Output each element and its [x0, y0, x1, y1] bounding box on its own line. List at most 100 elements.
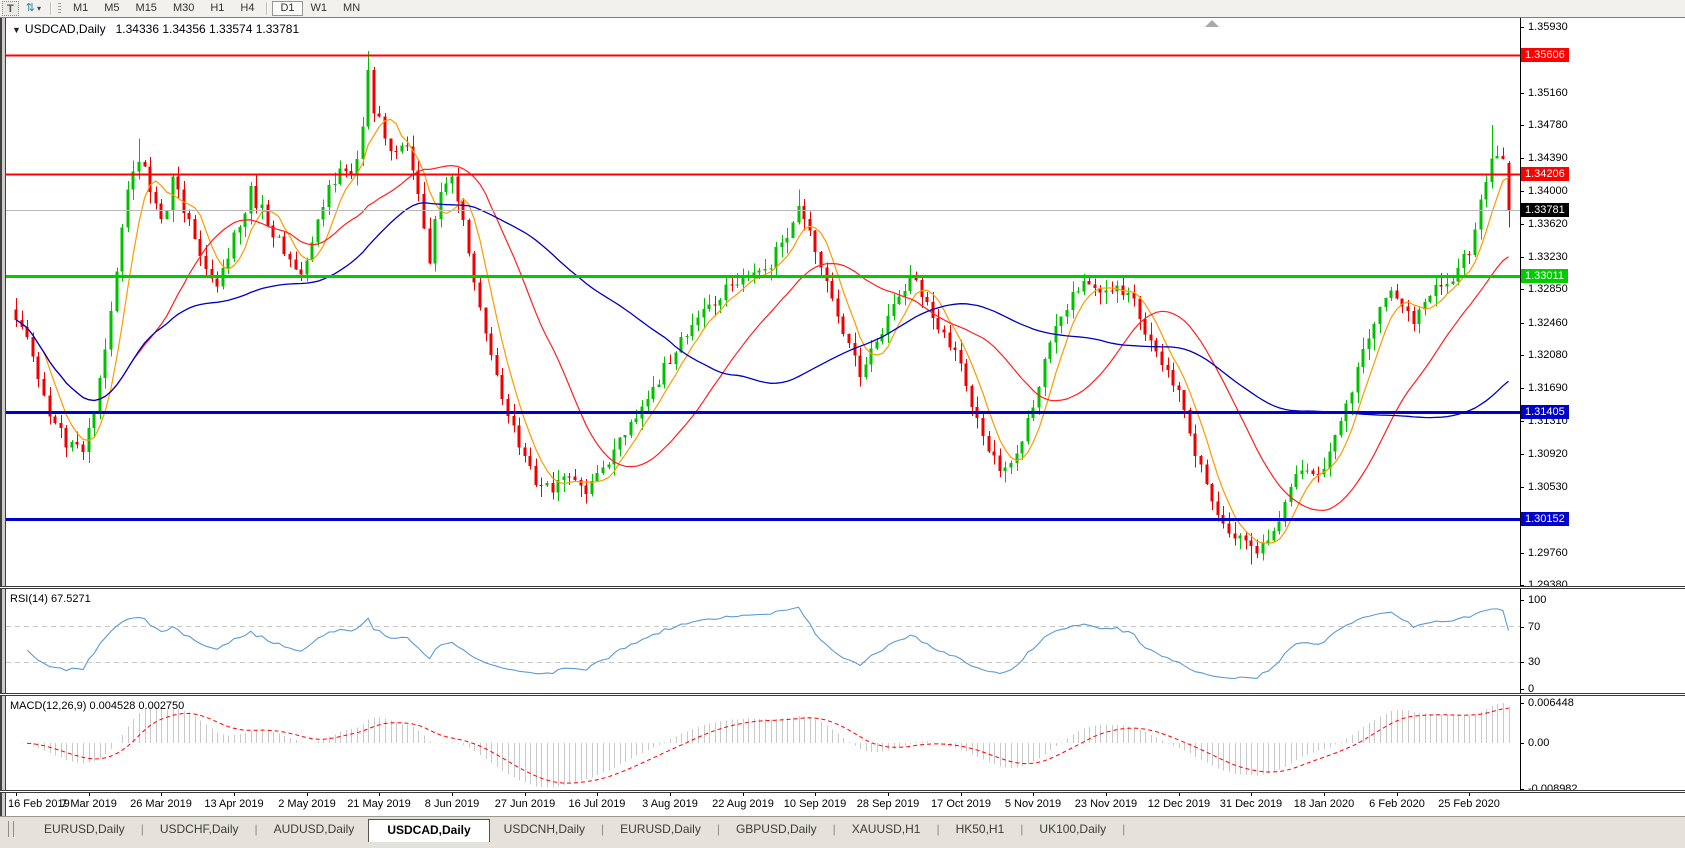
timeframe-button-w1[interactable]: W1 [303, 1, 336, 16]
time-axis-tick [161, 793, 162, 796]
chart-symbol: USDCAD,Daily [24, 22, 106, 36]
price-axis-tick [1520, 125, 1524, 126]
tab-hk50-h1[interactable]: HK50,H1 [942, 819, 1019, 839]
price-axis-tick [1520, 191, 1524, 192]
arrows-icon: ⇅ [25, 2, 35, 14]
macd-panel[interactable]: MACD(12,26,9) 0.004528 0.002750 [6, 696, 1521, 790]
price-axis-tick [1520, 421, 1524, 422]
time-axis-tick [888, 793, 889, 796]
timeframe-button-m15[interactable]: M15 [128, 1, 165, 16]
toolbar-grip [57, 2, 61, 15]
price-level-label: 1.34206 [1521, 167, 1569, 181]
macd-axis-tick [1520, 743, 1524, 744]
tab-uk100-daily[interactable]: UK100,Daily [1025, 819, 1120, 839]
price-axis-label: 1.31690 [1528, 382, 1568, 394]
ma-6-line [15, 118, 1509, 544]
price-axis-label: 1.29760 [1528, 547, 1568, 559]
tab-separator: | [601, 822, 605, 836]
macd-axis-label: 0.006448 [1528, 697, 1574, 709]
timeframe-button-m30[interactable]: M30 [165, 1, 202, 16]
time-axis-tick [379, 793, 380, 796]
rsi-chart[interactable] [6, 589, 1521, 693]
price-level-label: 1.35606 [1521, 48, 1569, 62]
time-axis-tick [16, 793, 17, 796]
price-axis-label: 1.34390 [1528, 152, 1568, 164]
macd-axis-tick [1520, 703, 1524, 704]
time-axis-tick [234, 793, 235, 796]
macd-axis[interactable]: 0.006448 0.00 -0.008982 [1520, 696, 1685, 795]
time-axis-tick [815, 793, 816, 796]
text-tool-icon: T [7, 2, 14, 15]
time-axis-tick [307, 793, 308, 796]
rsi-axis-tick [1520, 662, 1524, 663]
timeframe-button-d1[interactable]: D1 [272, 1, 303, 16]
time-axis-tick [1251, 793, 1252, 796]
rsi-axis-tick [1520, 600, 1524, 601]
tab-usdcnh-daily[interactable]: USDCNH,Daily [490, 819, 599, 839]
tab-separator: | [1020, 822, 1024, 836]
tab-bar-grip [8, 821, 14, 837]
time-axis-tick [743, 793, 744, 796]
price-axis-tick [1520, 257, 1524, 258]
arrange-tool-button[interactable]: ⇅ ▾ [21, 1, 46, 16]
tab-xauusd-h1[interactable]: XAUUSD,H1 [838, 819, 935, 839]
price-panel[interactable]: ▼ USDCAD,Daily 1.34336 1.34356 1.33574 1.3… [6, 18, 1521, 586]
price-axis-tick [1520, 388, 1524, 389]
price-axis-label: 1.33230 [1528, 251, 1568, 263]
timeframe-button-m5[interactable]: M5 [96, 1, 127, 16]
tab-bar-items: EURUSD,Daily | USDCHF,Daily | AUDUSD,Daily US… [30, 819, 1127, 842]
price-axis-tick [1520, 553, 1524, 554]
time-axis-tick [670, 793, 671, 796]
chart-ohlc: 1.34336 1.34356 1.33574 1.33781 [115, 22, 300, 36]
price-axis-tick [1520, 27, 1524, 28]
price-level-label: 1.33011 [1521, 269, 1568, 283]
rsi-line [26, 606, 1510, 680]
price-axis-tick [1520, 158, 1524, 159]
timeframe-button-h1[interactable]: H1 [202, 1, 232, 16]
candlestick-chart[interactable] [6, 18, 1521, 586]
macd-axis-label: 0.00 [1528, 737, 1550, 749]
tab-separator: | [936, 822, 940, 836]
tab-separator: | [254, 822, 258, 836]
price-axis-label: 1.32850 [1528, 283, 1568, 295]
macd-chart[interactable] [6, 696, 1521, 790]
rsi-panel[interactable]: RSI(14) 67.5271 [6, 589, 1521, 693]
rsi-axis[interactable]: 100 70 30 0 [1520, 589, 1685, 695]
time-axis-tick [1033, 793, 1034, 796]
time-axis-tick [1469, 793, 1470, 796]
time-axis-tick [961, 793, 962, 796]
tab-usdcad-daily[interactable]: USDCAD,Daily [368, 819, 490, 842]
macd-axis-label: -0.008982 [1528, 783, 1578, 795]
price-axis-label: 1.33620 [1528, 218, 1568, 230]
tab-eurusd-daily[interactable]: EURUSD,Daily [30, 819, 139, 839]
tab-eurusd-daily[interactable]: EURUSD,Daily [606, 819, 715, 839]
tab-audusd-daily[interactable]: AUDUSD,Daily [260, 819, 369, 839]
time-axis-tick [597, 793, 598, 796]
price-axis-tick [1520, 355, 1524, 356]
tab-separator: | [832, 822, 836, 836]
candlesticks[interactable] [14, 50, 1511, 565]
price-axis-label: 1.35930 [1528, 21, 1568, 33]
rsi-axis-label: 70 [1528, 621, 1541, 633]
tab-usdchf-daily[interactable]: USDCHF,Daily [146, 819, 253, 839]
price-axis[interactable]: 1.359301.355501.351601.347801.343901.340… [1520, 18, 1685, 591]
time-axis-tick [1324, 793, 1325, 796]
tab-separator: | [1122, 822, 1126, 836]
time-axis-tick [525, 793, 526, 796]
rsi-axis-label: 100 [1528, 594, 1547, 606]
chart-shift-marker-icon[interactable] [1205, 20, 1219, 27]
time-axis[interactable]: 16 Feb 2019 7 Mar 2019 26 Mar 2019 13 Apr 2… [6, 793, 1520, 817]
timeframe-button-m1[interactable]: M1 [65, 1, 96, 16]
time-axis-label: 25 Feb 2020 [1438, 798, 1500, 810]
chart-tab-bar: EURUSD,Daily | USDCHF,Daily | AUDUSD,Daily US… [0, 816, 1685, 848]
timeframe-button-mn[interactable]: MN [335, 1, 368, 16]
chart-title: ▼ USDCAD,Daily 1.34336 1.34356 1.33574 1.3… [12, 22, 299, 36]
rsi-label: RSI(14) 67.5271 [10, 593, 91, 605]
tab-gbpusd-daily[interactable]: GBPUSD,Daily [722, 819, 831, 839]
timeframe-button-h4[interactable]: H4 [232, 1, 262, 16]
price-axis-tick [1520, 224, 1524, 225]
price-axis-label: 1.32460 [1528, 317, 1568, 329]
text-tool-button[interactable]: T [2, 1, 19, 16]
price-axis-tick [1520, 454, 1524, 455]
time-axis-tick [1179, 793, 1180, 796]
